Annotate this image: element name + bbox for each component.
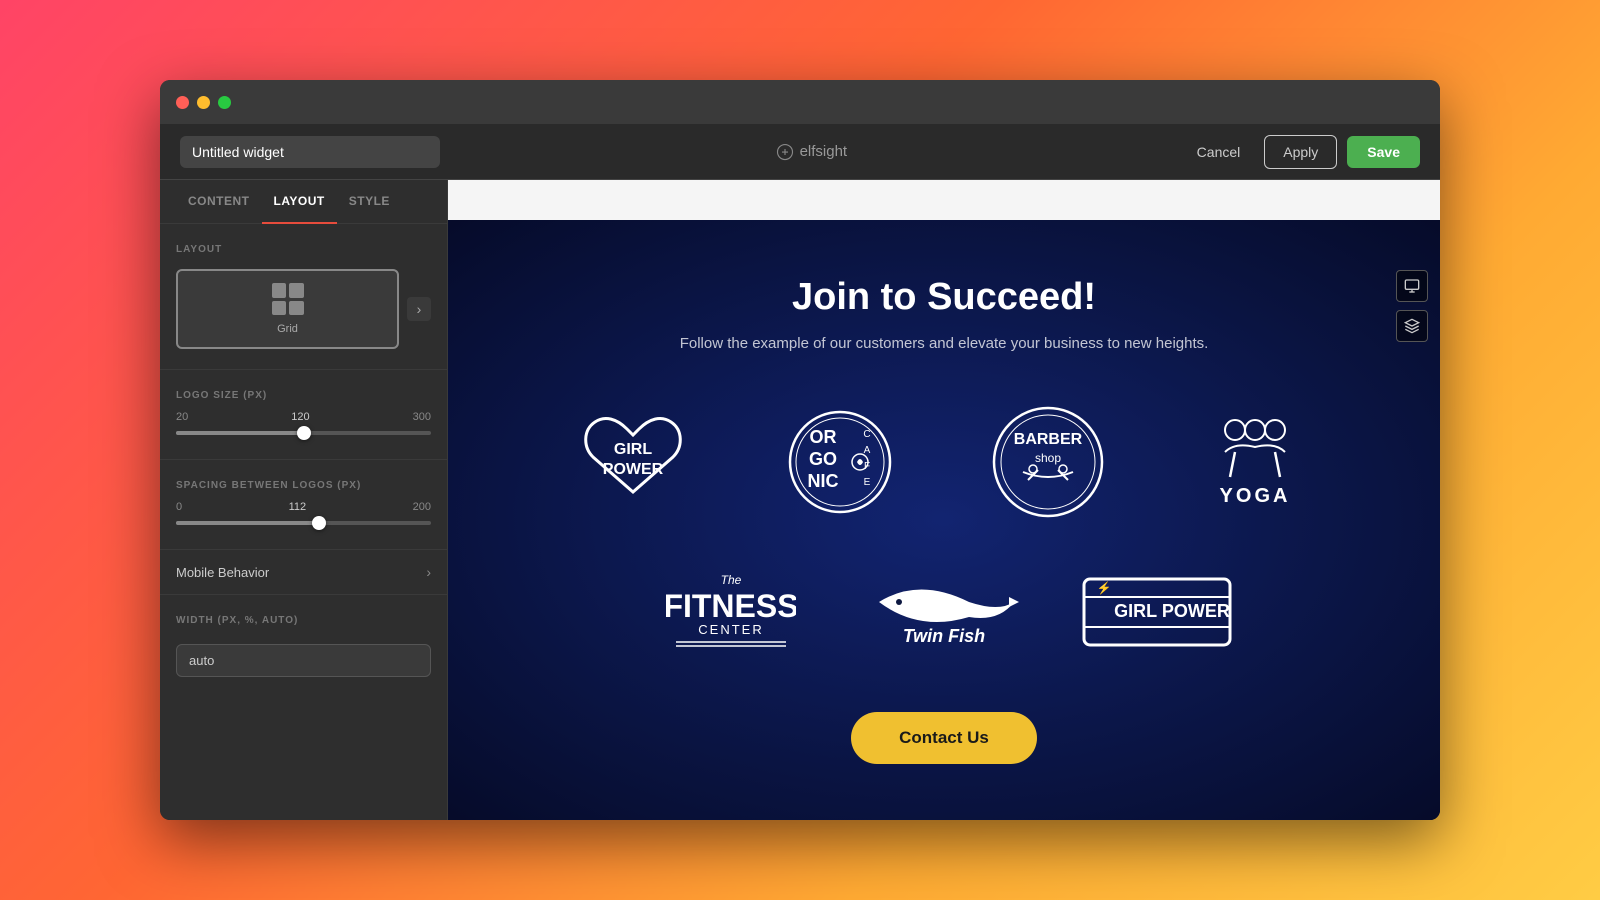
svg-text:YOGA: YOGA	[1220, 485, 1291, 507]
svg-text:GIRL POWER: GIRL POWER	[1114, 601, 1230, 621]
logo-fitness: The FITNESS CENTER	[644, 562, 817, 662]
maximize-button[interactable]	[218, 96, 231, 109]
svg-text:The: The	[720, 573, 741, 587]
app-window: elfsight Cancel Apply Save CONTENT LAYOU…	[160, 80, 1440, 820]
contact-button[interactable]: Contact Us	[851, 712, 1037, 764]
spacing-track	[176, 521, 431, 525]
spacing-label: SPACING BETWEEN LOGOS (PX)	[176, 480, 431, 491]
minimize-button[interactable]	[197, 96, 210, 109]
logo-size-min: 20	[176, 411, 188, 423]
layout-options: Grid ›	[176, 269, 431, 349]
logo-girl-power-badge: ⚡ GIRL POWER	[1071, 577, 1244, 647]
widget-title-input[interactable]	[180, 136, 440, 168]
mobile-behavior-chevron: ›	[426, 564, 431, 580]
spacing-values: 0 112 200	[176, 501, 431, 513]
preview-content: Join to Succeed! Follow the example of o…	[448, 220, 1440, 820]
spacing-min: 0	[176, 501, 182, 513]
grid-layout-option[interactable]: Grid	[176, 269, 399, 349]
logo-size-values: 20 120 300	[176, 411, 431, 423]
spacing-section: SPACING BETWEEN LOGOS (PX) 0 112 200	[160, 460, 447, 550]
svg-text:OR: OR	[810, 427, 837, 447]
header-center: elfsight	[440, 143, 1183, 161]
width-section: WIDTH (PX, %, AUTO)	[160, 595, 447, 697]
logo-size-track	[176, 431, 431, 435]
header-actions: Cancel Apply Save	[1183, 135, 1420, 169]
spacing-max: 200	[413, 501, 431, 513]
logo-size-max: 300	[413, 411, 431, 423]
width-label: WIDTH (PX, %, AUTO)	[176, 615, 431, 626]
logo-twin-fish: Twin Fish	[857, 567, 1030, 657]
close-button[interactable]	[176, 96, 189, 109]
logo-size-thumb[interactable]	[297, 426, 311, 440]
layout-name: Grid	[277, 323, 298, 335]
layout-section: LAYOUT Grid ›	[160, 224, 447, 370]
svg-text:POWER: POWER	[603, 461, 664, 478]
traffic-lights	[176, 96, 231, 109]
preview-area: Join to Succeed! Follow the example of o…	[448, 180, 1440, 820]
svg-text:Twin Fish: Twin Fish	[903, 626, 985, 646]
paint-device-button[interactable]	[1396, 310, 1428, 342]
svg-text:C: C	[864, 429, 871, 440]
tabs: CONTENT LAYOUT STYLE	[160, 180, 447, 224]
logos-grid-top: GIRL POWER OR GO NIC	[544, 402, 1344, 522]
logo-size-label: LOGO SIZE (PX)	[176, 390, 431, 401]
mobile-behavior-label: Mobile Behavior	[176, 565, 269, 580]
preview-title: Join to Succeed!	[488, 276, 1400, 319]
save-button[interactable]: Save	[1347, 136, 1420, 168]
logo-yoga: YOGA	[1167, 402, 1345, 522]
preview-header	[448, 180, 1440, 220]
layout-expand-button[interactable]: ›	[407, 297, 431, 321]
tab-content[interactable]: CONTENT	[176, 180, 262, 224]
elfsight-logo: elfsight	[776, 143, 848, 161]
spacing-thumb[interactable]	[312, 516, 326, 530]
grid-icon	[272, 283, 304, 315]
width-input[interactable]	[176, 644, 431, 677]
logo-barber: BARBER shop	[959, 402, 1137, 522]
cancel-button[interactable]: Cancel	[1183, 136, 1255, 168]
svg-text:GIRL: GIRL	[614, 441, 652, 458]
mobile-behavior-row[interactable]: Mobile Behavior ›	[160, 550, 447, 595]
logos-grid-bottom: The FITNESS CENTER	[644, 562, 1244, 662]
logo-organic: OR GO NIC C A F E	[752, 407, 930, 517]
svg-text:CENTER: CENTER	[698, 622, 763, 637]
titlebar	[160, 80, 1440, 124]
main-content: CONTENT LAYOUT STYLE LAYOUT Grid	[160, 180, 1440, 820]
logo-girl-power: GIRL POWER	[544, 402, 722, 522]
apply-button[interactable]: Apply	[1264, 135, 1337, 169]
svg-text:GO: GO	[809, 449, 837, 469]
svg-text:E: E	[864, 477, 871, 488]
tab-layout[interactable]: LAYOUT	[262, 180, 337, 224]
svg-text:NIC: NIC	[808, 471, 839, 491]
sidebar: CONTENT LAYOUT STYLE LAYOUT Grid	[160, 180, 448, 820]
svg-text:A: A	[864, 445, 871, 456]
header: elfsight Cancel Apply Save	[160, 124, 1440, 180]
svg-text:BARBER: BARBER	[1014, 431, 1083, 448]
svg-text:⚡: ⚡	[1097, 581, 1112, 595]
desktop-device-button[interactable]	[1396, 270, 1428, 302]
device-buttons	[1396, 270, 1428, 342]
svg-text:shop: shop	[1035, 451, 1061, 465]
svg-text:FITNESS: FITNESS	[666, 588, 796, 624]
preview-inner: Join to Succeed! Follow the example of o…	[448, 236, 1440, 804]
layout-section-label: LAYOUT	[176, 244, 431, 255]
spacing-fill	[176, 521, 319, 525]
logo-size-section: LOGO SIZE (PX) 20 120 300	[160, 370, 447, 460]
logo-size-fill	[176, 431, 304, 435]
preview-subtitle: Follow the example of our customers and …	[488, 335, 1400, 352]
spacing-val: 112	[289, 501, 307, 513]
brand-label: elfsight	[800, 143, 848, 160]
tab-style[interactable]: STYLE	[337, 180, 402, 224]
logo-size-val: 120	[291, 411, 309, 423]
